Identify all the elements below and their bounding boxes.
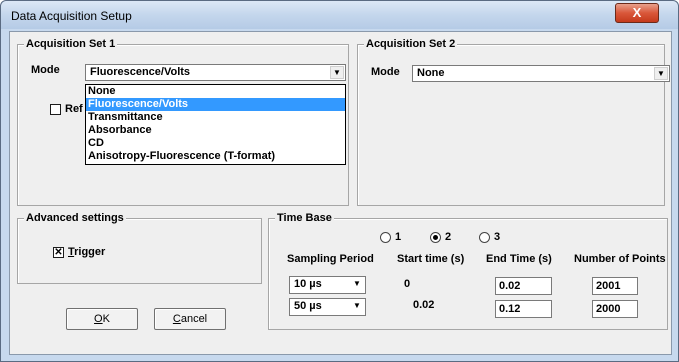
- advanced-settings-title: Advanced settings: [24, 212, 126, 224]
- acquisition-set-2-title: Acquisition Set 2: [364, 38, 458, 50]
- dropdown-option-selected[interactable]: Fluorescence/Volts: [86, 98, 345, 111]
- close-button[interactable]: X: [615, 3, 659, 23]
- dropdown-option[interactable]: Anisotropy-Fluorescence (T-format): [86, 150, 345, 163]
- window-title: Data Acquisition Setup: [11, 9, 132, 23]
- time-base-title: Time Base: [275, 212, 334, 224]
- header-end-time: End Time (s): [486, 253, 552, 265]
- chevron-down-icon[interactable]: ▼: [654, 67, 668, 80]
- sampling-period-select-2[interactable]: 50 µs ▼: [289, 298, 366, 316]
- timebase-radio-3-label: 3: [494, 231, 501, 243]
- timebase-radio-3[interactable]: [479, 232, 490, 243]
- acq2-mode-label: Mode: [371, 66, 400, 78]
- end-time-input-2[interactable]: 0.12: [495, 300, 552, 318]
- end-time-input-1[interactable]: 0.02: [495, 277, 552, 295]
- timebase-radio-1-label: 1: [395, 231, 402, 243]
- dialog-client-area: Acquisition Set 1 Mode Fluorescence/Volt…: [9, 31, 672, 355]
- number-of-points-input-2[interactable]: 2000: [592, 300, 638, 318]
- dialog-window: Data Acquisition Setup X Acquisition Set…: [0, 0, 679, 362]
- chevron-down-icon[interactable]: ▼: [350, 278, 364, 291]
- acq1-mode-dropdown-list[interactable]: None Fluorescence/Volts Transmittance Ab…: [85, 84, 346, 165]
- header-start-time: Start time (s): [397, 253, 465, 265]
- title-bar[interactable]: Data Acquisition Setup X: [1, 1, 678, 29]
- ok-accelerator: O: [94, 313, 103, 325]
- acq1-mode-value: Fluorescence/Volts: [90, 66, 191, 78]
- number-of-points-input-1[interactable]: 2001: [592, 277, 638, 295]
- reference-checkbox[interactable]: [50, 104, 61, 115]
- trigger-label: Trigger: [68, 246, 105, 258]
- reference-checkbox-label: Ref: [65, 103, 83, 115]
- timebase-radio-2-label: 2: [445, 231, 452, 243]
- chevron-down-icon[interactable]: ▼: [330, 66, 344, 79]
- timebase-radio-2[interactable]: [430, 232, 441, 243]
- start-time-1: 0: [404, 278, 411, 290]
- close-icon: X: [632, 5, 642, 20]
- header-sampling-period: Sampling Period: [287, 253, 374, 265]
- acq2-mode-value: None: [417, 67, 445, 79]
- sampling-period-value-2: 50 µs: [294, 300, 322, 312]
- acq1-mode-select[interactable]: Fluorescence/Volts ▼: [85, 64, 346, 81]
- ok-button[interactable]: OK: [66, 308, 138, 330]
- cancel-button[interactable]: Cancel: [154, 308, 226, 330]
- trigger-checkbox[interactable]: ✕: [53, 247, 64, 258]
- dropdown-option[interactable]: CD: [86, 137, 345, 150]
- start-time-2: 0.02: [413, 299, 435, 311]
- acquisition-set-1-title: Acquisition Set 1: [24, 38, 118, 50]
- dropdown-option[interactable]: Transmittance: [86, 111, 345, 124]
- dropdown-option[interactable]: Absorbance: [86, 124, 345, 137]
- radio-selected-dot: [433, 235, 438, 240]
- trigger-label-rest: rigger: [74, 246, 106, 258]
- ok-label-rest: K: [102, 313, 110, 325]
- cancel-accelerator: C: [172, 313, 181, 325]
- header-number-of-points: Number of Points: [574, 253, 666, 265]
- acq1-mode-label: Mode: [31, 64, 60, 76]
- cancel-label-rest: ancel: [180, 313, 208, 325]
- chevron-down-icon[interactable]: ▼: [350, 300, 364, 313]
- sampling-period-select-1[interactable]: 10 µs ▼: [289, 276, 366, 294]
- dropdown-option[interactable]: None: [86, 85, 345, 98]
- sampling-period-value-1: 10 µs: [294, 278, 322, 290]
- acq2-mode-select[interactable]: None ▼: [412, 65, 670, 82]
- timebase-radio-1[interactable]: [380, 232, 391, 243]
